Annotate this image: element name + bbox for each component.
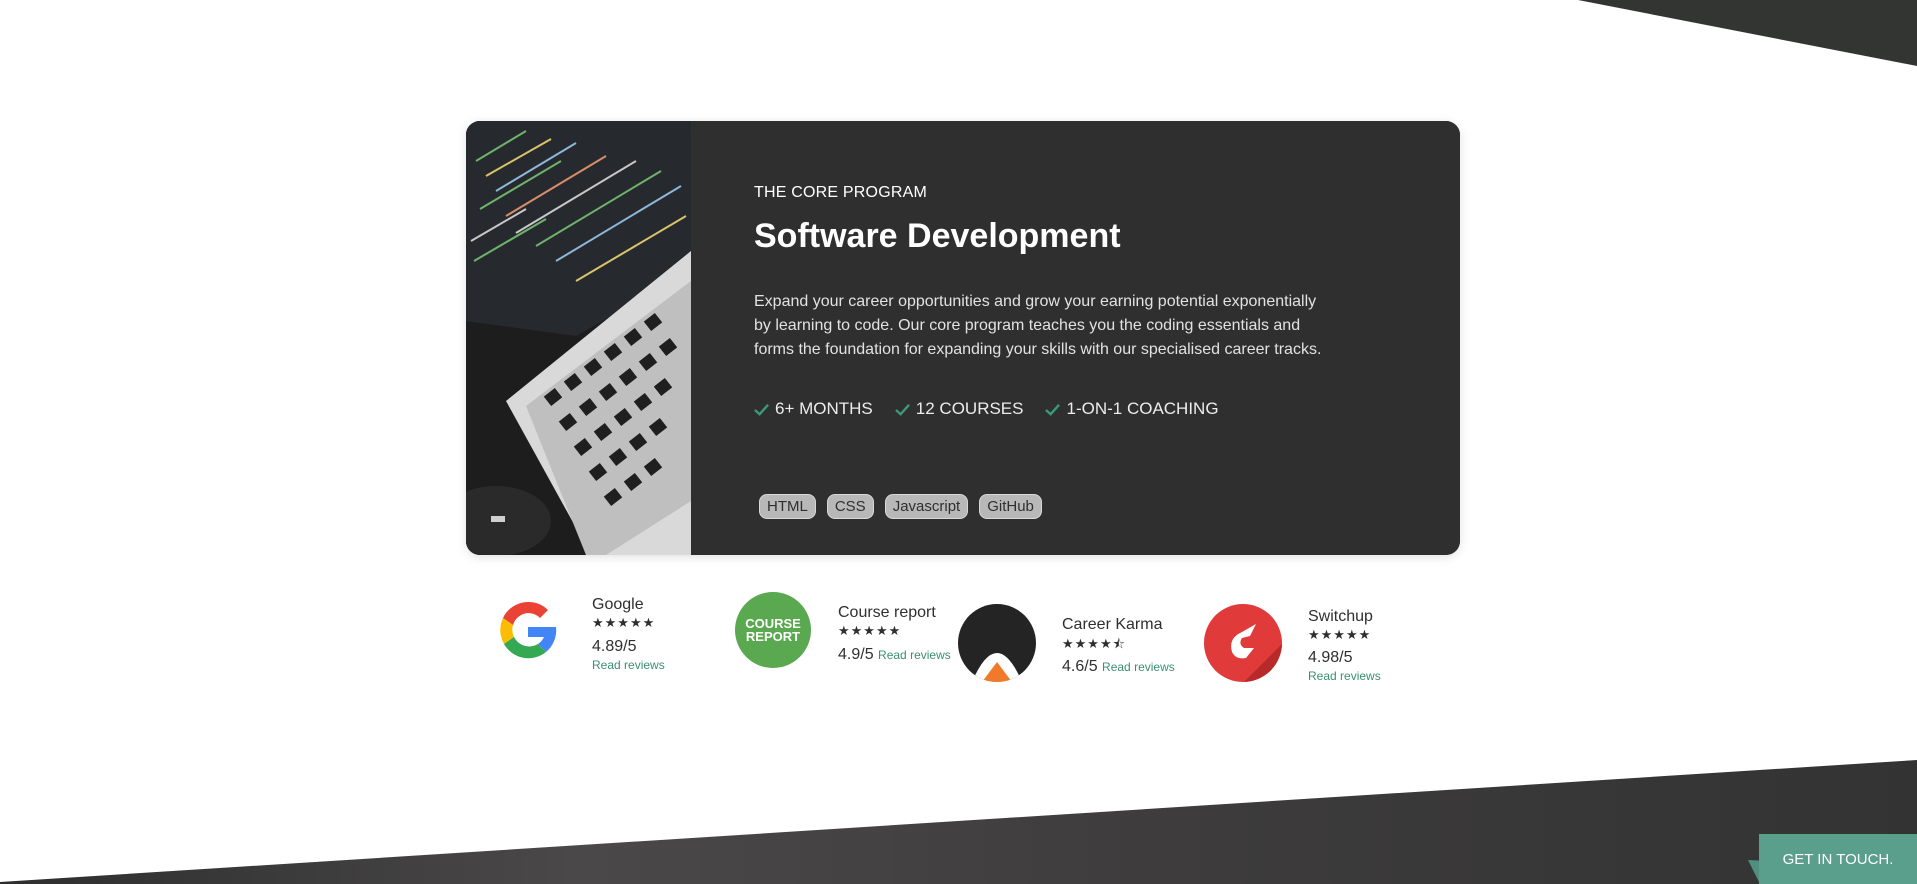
read-reviews-link[interactable]: Read reviews	[592, 658, 665, 672]
check-icon	[1045, 403, 1061, 416]
review-score: 4.98/5	[1308, 649, 1353, 666]
check-icon	[894, 403, 910, 416]
program-title: Software Development	[754, 217, 1121, 255]
feature-courses: 12 COURSES	[894, 399, 1024, 419]
review-name: Google	[592, 596, 644, 613]
review-name: Course report	[838, 604, 936, 621]
star-rating: ★★★★⯪	[1062, 636, 1126, 651]
check-icon	[754, 403, 769, 416]
review-name: Career Karma	[1062, 616, 1163, 633]
read-reviews-link[interactable]: Read reviews	[878, 648, 951, 662]
score-line: 4.6/5 Read reviews	[1062, 658, 1175, 676]
feature-label: 1-ON-1 COACHING	[1066, 399, 1219, 418]
get-in-touch-button[interactable]: GET IN TOUCH.	[1759, 834, 1917, 884]
review-score: 4.6/5	[1062, 658, 1098, 675]
switchup-logo-icon	[1204, 604, 1282, 682]
tag-javascript: Javascript	[884, 494, 969, 519]
program-eyebrow: THE CORE PROGRAM	[754, 184, 927, 201]
logo-text: COURSE REPORT	[745, 616, 801, 644]
review-score: 4.89/5	[592, 638, 637, 655]
read-reviews-link[interactable]: Read reviews	[1308, 669, 1381, 683]
skill-tags: HTML CSS Javascript GitHub	[759, 494, 1042, 519]
star-rating: ★★★★★	[838, 623, 902, 638]
google-logo-icon	[490, 592, 566, 668]
career-karma-logo-icon	[958, 604, 1036, 682]
program-description: Expand your career opportunities and gro…	[754, 293, 1322, 358]
review-name: Switchup	[1308, 608, 1373, 625]
reviews-row: Google ★★★★★ 4.89/5 Read reviews COURSE …	[488, 590, 1408, 683]
score-line: 4.9/5 Read reviews	[838, 646, 951, 664]
course-report-logo-icon: COURSE REPORT	[735, 592, 811, 668]
tag-github: GitHub	[979, 494, 1042, 519]
program-features: 6+ MONTHS 12 COURSES 1-ON-1 COACHING	[754, 399, 1219, 419]
read-reviews-link[interactable]: Read reviews	[1102, 660, 1175, 674]
feature-duration: 6+ MONTHS	[754, 399, 873, 419]
program-details: THE CORE PROGRAM Software Development Ex…	[692, 121, 1460, 555]
review-score: 4.9/5	[838, 646, 874, 663]
footer-background	[0, 760, 1917, 884]
program-card: THE CORE PROGRAM Software Development Ex…	[466, 121, 1460, 555]
feature-label: 6+ MONTHS	[775, 399, 873, 418]
tag-html: HTML	[759, 494, 816, 519]
laptop-photo	[466, 121, 691, 555]
top-decoration	[1578, 0, 1917, 66]
tag-css: CSS	[826, 494, 874, 519]
star-rating: ★★★★★	[1308, 627, 1372, 642]
feature-label: 12 COURSES	[915, 399, 1024, 418]
star-rating: ★★★★★	[592, 615, 656, 630]
feature-coaching: 1-ON-1 COACHING	[1045, 399, 1219, 419]
